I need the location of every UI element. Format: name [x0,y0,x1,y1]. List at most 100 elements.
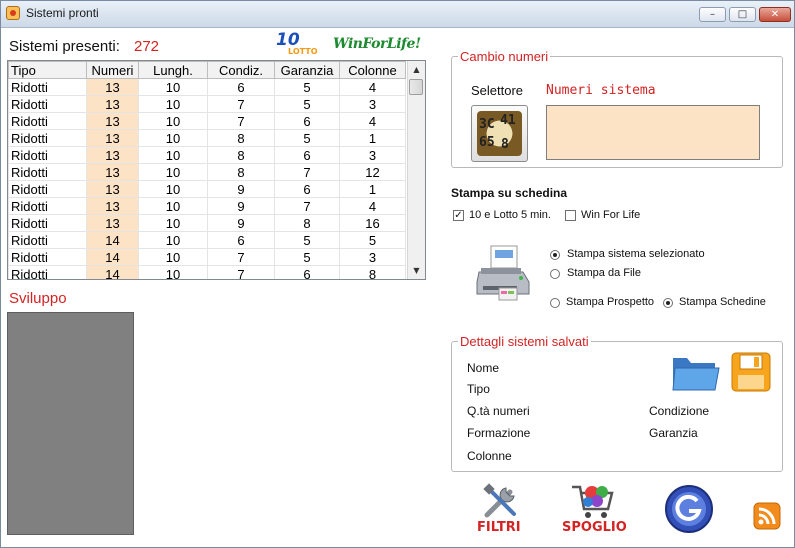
table-cell: 5 [274,231,340,249]
radio-stampa-selezionato-label: Stampa sistema selezionato [567,248,705,260]
lotto-logo[interactable]: 10 LOTTO [274,30,322,58]
table-cell: Ridotti [8,180,87,198]
radio-stampa-file[interactable] [550,269,560,279]
minimize-button[interactable]: – [699,7,726,22]
column-header[interactable]: Condiz. [207,61,275,79]
table-row[interactable]: Ridotti 13 10 8 6 3 [8,146,406,164]
table-cell: 10 [138,78,208,96]
wfl-checkbox-label: Win For Life [581,209,641,221]
table-row[interactable]: Ridotti 13 10 9 8 16 [8,214,406,232]
wfl-checkbox[interactable] [565,210,576,221]
table-row[interactable]: Ridotti 13 10 9 6 1 [8,180,406,198]
table-cell: Ridotti [8,248,87,266]
selector-digit: 3C [479,117,495,132]
selector-digit: 41 [500,113,516,128]
table-cell: 10 [138,265,208,279]
sviluppo-panel[interactable] [7,312,134,535]
table-cell: Ridotti [8,265,87,279]
title-bar: Sistemi pronti – □ ✕ [1,1,794,28]
filtri-button[interactable]: FILTRI [477,520,521,535]
g-logo-icon[interactable] [664,484,714,534]
numeri-sistema-field[interactable] [546,105,760,160]
table-row[interactable]: Ridotti 13 10 7 6 4 [8,112,406,130]
selector-digit: 8 [501,137,509,152]
table-cell: 6 [207,78,275,96]
save-icon[interactable] [730,351,772,393]
table-cell: 10 [138,112,208,130]
selettore-button[interactable]: 3C 41 65 8 [471,105,528,162]
table-cell: 6 [207,231,275,249]
table-cell: 8 [339,265,406,279]
table-cell: 13 [86,146,139,164]
table-cell: 3 [339,95,406,113]
table-cell: 9 [207,180,275,198]
table-cell: 5 [274,248,340,266]
sistemi-presenti-count: 272 [134,38,160,55]
table-cell: 5 [274,129,340,147]
table-cell: 3 [339,248,406,266]
table-cell: 16 [339,214,406,232]
table-cell: 5 [339,231,406,249]
printer-icon[interactable] [473,242,533,302]
table-row[interactable]: Ridotti 14 10 7 5 3 [8,248,406,266]
folder-icon[interactable] [671,352,721,394]
column-header[interactable]: Tipo [8,61,87,79]
table-cell: 13 [86,129,139,147]
table-cell: Ridotti [8,214,87,232]
table-scrollbar[interactable]: ▲ ▼ [407,61,425,279]
winforlife-logo[interactable]: WinForLife! [333,36,421,52]
table-row[interactable]: Ridotti 13 10 7 5 3 [8,95,406,113]
table-cell: Ridotti [8,163,87,181]
table-cell: 7 [207,248,275,266]
spoglio-button[interactable]: SPOGLIO [562,520,627,535]
table-cell: 13 [86,163,139,181]
table-row[interactable]: Ridotti 13 10 6 5 4 [8,78,406,96]
tools-icon[interactable] [482,482,520,520]
cart-icon[interactable] [570,481,616,521]
close-button[interactable]: ✕ [759,7,791,22]
table-cell: Ridotti [8,78,87,96]
table-cell: 10 [138,163,208,181]
table-row[interactable]: Ridotti 13 10 8 5 1 [8,129,406,147]
radio-stampa-prospetto[interactable] [550,298,560,308]
table-row[interactable]: Ridotti 13 10 9 7 4 [8,197,406,215]
column-header[interactable]: Numeri [86,61,139,79]
numeri-sistema-label: Numeri sistema [546,83,656,98]
table-cell: Ridotti [8,129,87,147]
scroll-down-icon[interactable]: ▼ [408,262,425,279]
table-cell: 9 [207,197,275,215]
table-row[interactable]: Ridotti 14 10 6 5 5 [8,231,406,249]
lotto-checkbox[interactable]: ✓ [453,210,464,221]
main-content: Sistemi presenti: 272 10 LOTTO WinForLif… [1,28,794,547]
dettagli-garanzia: Garanzia [649,426,698,440]
dettagli-colonne: Colonne [467,449,512,463]
table-cell: 4 [339,78,406,96]
maximize-button[interactable]: □ [729,7,756,22]
column-header[interactable]: Garanzia [274,61,340,79]
sviluppo-label: Sviluppo [9,290,67,307]
radio-stampa-schedine[interactable] [663,298,673,308]
table-cell: 1 [339,180,406,198]
table-cell: 7 [207,95,275,113]
radio-stampa-selezionato[interactable] [550,250,560,260]
table-cell: 6 [274,265,340,279]
dettagli-condizione: Condizione [649,404,710,418]
stampa-title: Stampa su schedina [451,186,568,200]
cambio-numeri-legend: Cambio numeri [460,49,549,64]
table-cell: 12 [339,163,406,181]
rss-icon[interactable] [753,502,781,530]
table-row[interactable]: Ridotti 13 10 8 7 12 [8,163,406,181]
column-header[interactable]: Lungh. [138,61,208,79]
window-title: Sistemi pronti [26,6,99,20]
sistemi-table[interactable]: Tipo Numeri Lungh. Condiz. Garanzia Colonne R… [7,60,426,280]
dettagli-nome: Nome [467,361,500,375]
column-header[interactable]: Colonne [339,61,406,79]
radio-stampa-prospetto-label: Stampa Prospetto [566,296,655,308]
sistemi-presenti-label: Sistemi presenti: [9,38,120,55]
scroll-up-icon[interactable]: ▲ [408,61,425,78]
table-cell: 10 [138,146,208,164]
table-cell: 13 [86,95,139,113]
table-row[interactable]: Ridotti 14 10 7 6 8 [8,265,406,279]
table-cell: 10 [138,248,208,266]
scroll-thumb[interactable] [409,79,423,95]
